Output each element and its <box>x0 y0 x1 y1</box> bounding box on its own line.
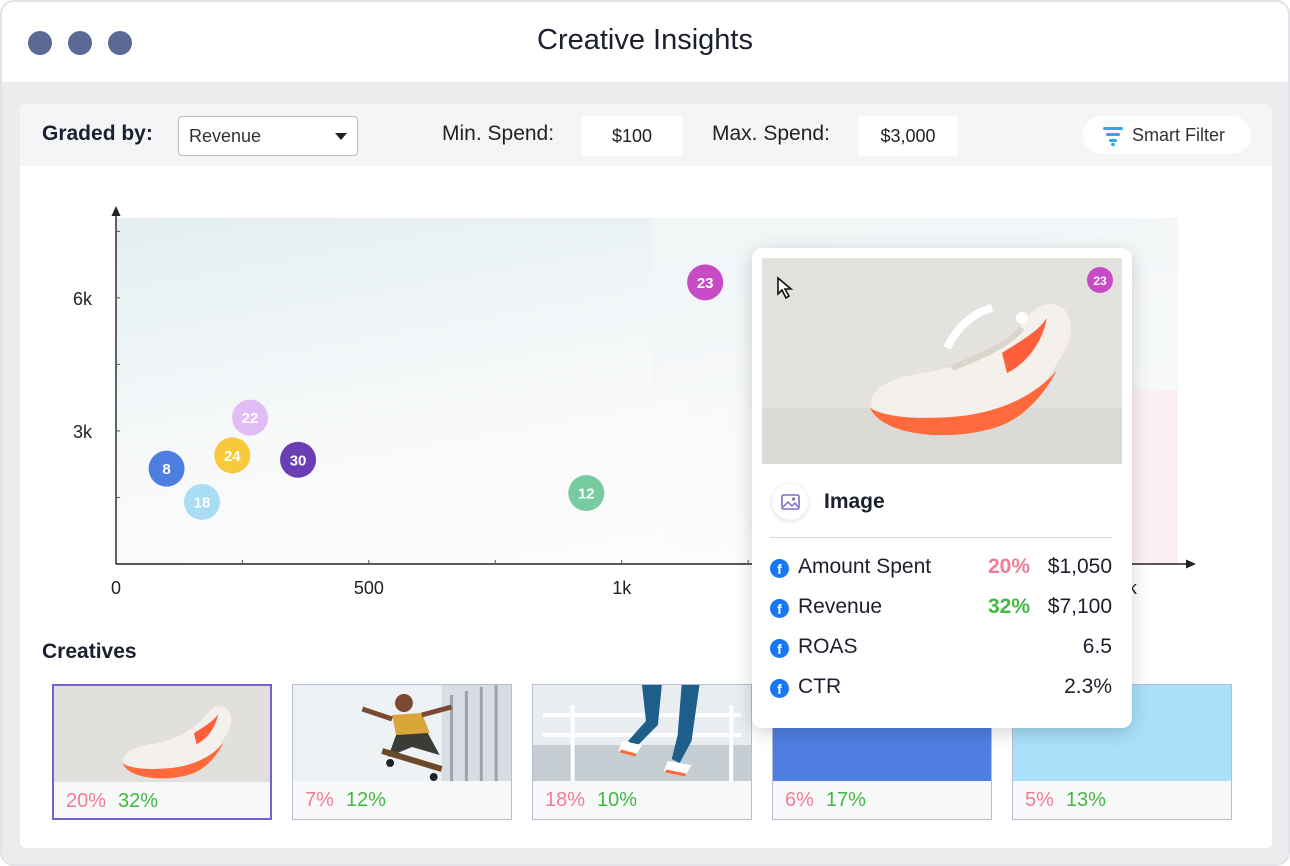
metric-label: CTR <box>798 675 842 698</box>
smart-filter-label: Smart Filter <box>1132 125 1226 145</box>
spent-percent: 5% <box>1025 789 1054 811</box>
facebook-icon: f <box>770 599 789 618</box>
metric-percent: 20% <box>987 555 1030 578</box>
graded-by-select[interactable]: Revenue <box>178 116 358 156</box>
metric-percent: 32% <box>987 595 1030 618</box>
metric-value: 6.5 <box>1082 635 1112 658</box>
creative-thumbnail <box>293 685 511 781</box>
revenue-percent: 10% <box>597 789 638 811</box>
creative-stats: 20% 32% <box>66 790 158 813</box>
metric-value: 2.3% <box>1064 675 1112 698</box>
tooltip-metric-row: f ROAS 6.5 <box>770 634 1112 664</box>
facebook-icon: f <box>770 679 789 698</box>
tooltip-badge-text: 23 <box>1093 274 1107 288</box>
revenue-percent: 17% <box>825 789 866 811</box>
x-axis-arrow <box>1186 559 1196 569</box>
title-bar: Creative Insights <box>2 2 1288 82</box>
y-tick-label: 3k <box>73 422 93 442</box>
revenue-percent: 32% <box>118 790 159 812</box>
creative-thumbnail <box>54 686 270 782</box>
filter-toolbar: Graded by: Revenue Min. Spend: $100 Max.… <box>20 104 1272 166</box>
metric-label: Amount Spent <box>798 555 932 578</box>
scatter-point-label: 24 <box>224 448 241 465</box>
creative-stats: 7% 12% <box>305 789 386 812</box>
scatter-point-label: 12 <box>578 486 595 503</box>
revenue-percent: 13% <box>1065 789 1106 811</box>
scatter-point-24[interactable]: 24 <box>214 437 251 474</box>
spent-percent: 6% <box>785 789 814 811</box>
funnel-icon <box>1103 127 1123 146</box>
creative-card[interactable]: 7% 12% <box>292 684 512 820</box>
max-spend-label: Max. Spend: <box>712 122 830 145</box>
metric-value: $1,050 <box>1047 555 1112 578</box>
x-tick-label: 1k <box>612 578 632 598</box>
scatter-point-label: 18 <box>194 494 211 511</box>
creative-card[interactable]: 18% 10% <box>532 684 752 820</box>
tooltip-type-label: Image <box>824 490 885 513</box>
scatter-point-label: 8 <box>162 461 170 478</box>
facebook-icon: f <box>770 639 789 658</box>
y-axis-arrow <box>111 206 121 216</box>
chevron-down-icon <box>335 133 347 140</box>
scatter-point-22[interactable]: 22 <box>232 399 269 436</box>
creatives-title: Creatives <box>42 640 137 663</box>
creative-card[interactable]: 20% 32% <box>52 684 272 820</box>
scatter-point-8[interactable]: 8 <box>148 450 185 487</box>
smart-filter-button[interactable]: Smart Filter <box>1083 116 1251 154</box>
window-title: Creative Insights <box>537 24 753 56</box>
tooltip-metric-row: f CTR 2.3% <box>770 674 1112 704</box>
tooltip-divider <box>770 537 1112 538</box>
app-window: Creative Insights Graded by: Revenue Min… <box>0 0 1290 866</box>
scatter-point-12[interactable]: 12 <box>568 475 605 512</box>
scatter-point-label: 22 <box>242 410 259 427</box>
scatter-point-30[interactable]: 30 <box>280 441 317 478</box>
max-spend-input[interactable]: $3,000 <box>858 116 958 156</box>
metric-label: Revenue <box>798 595 883 618</box>
facebook-icon: f <box>770 559 789 578</box>
metric-value: $7,100 <box>1047 595 1112 618</box>
spent-percent: 18% <box>545 789 586 811</box>
metric-label: ROAS <box>798 635 858 658</box>
creative-tooltip: 23 Image f Amount Spent 20% $1,050 f Revenue 3… <box>752 248 1132 728</box>
spent-percent: 20% <box>66 790 107 812</box>
tooltip-shoe-image: 23 <box>762 258 1122 464</box>
spent-percent: 7% <box>305 789 334 811</box>
tooltip-metric-row: f Amount Spent 20% $1,050 <box>770 554 1112 584</box>
x-tick-label: 0 <box>111 578 121 598</box>
graded-by-label: Graded by: <box>42 122 153 145</box>
creative-stats: 18% 10% <box>545 789 637 812</box>
y-tick-label: 6k <box>73 289 93 309</box>
graded-by-value: Revenue <box>189 126 262 146</box>
creative-stats: 6% 17% <box>785 789 866 812</box>
scatter-point-label: 30 <box>290 452 307 469</box>
scatter-point-label: 23 <box>697 275 714 292</box>
revenue-percent: 12% <box>345 789 386 811</box>
creative-stats: 5% 13% <box>1025 789 1106 812</box>
image-type-badge <box>772 484 808 520</box>
min-spend-label: Min. Spend: <box>442 122 555 145</box>
min-spend-input[interactable]: $100 <box>582 116 682 156</box>
image-icon <box>781 494 800 510</box>
scatter-point-18[interactable]: 18 <box>183 483 220 520</box>
creative-thumbnail <box>533 685 751 781</box>
scatter-point-23[interactable]: 23 <box>687 264 724 301</box>
x-tick-label: 500 <box>354 578 384 598</box>
tooltip-metric-row: f Revenue 32% $7,100 <box>770 594 1112 624</box>
